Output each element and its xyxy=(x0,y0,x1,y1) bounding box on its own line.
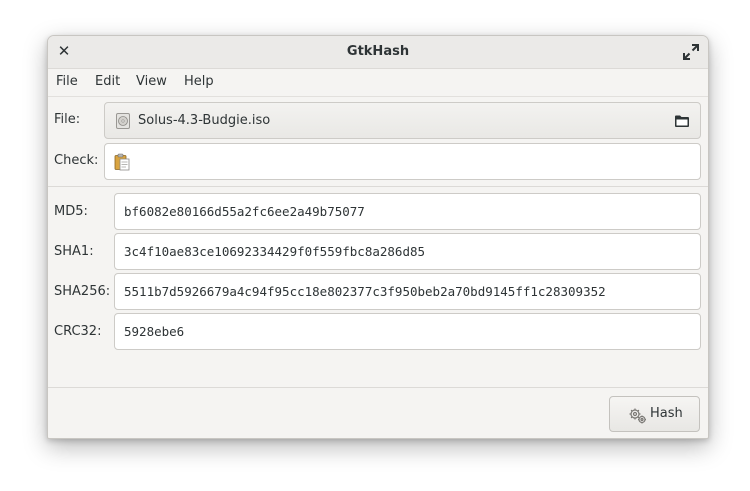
disc-image-icon xyxy=(116,113,130,129)
menu-edit[interactable]: Edit xyxy=(95,74,120,89)
file-chooser-button[interactable]: Solus-4.3-Budgie.iso xyxy=(104,102,701,139)
sha1-label: SHA1: xyxy=(54,244,94,259)
check-label: Check: xyxy=(54,153,99,168)
gears-icon xyxy=(629,408,646,424)
md5-value: bf6082e80166d55a2fc6ee2a49b75077 xyxy=(124,204,365,219)
sha1-output[interactable]: 3c4f10ae83ce10692334429f0f559fbc8a286d85 xyxy=(114,233,701,270)
sha256-value: 5511b7d5926679a4c94f95cc18e802377c3f950b… xyxy=(124,284,606,299)
separator-top xyxy=(48,186,708,187)
crc32-value: 5928ebe6 xyxy=(124,324,185,339)
sha1-value: 3c4f10ae83ce10692334429f0f559fbc8a286d85 xyxy=(124,244,426,259)
selected-file-name: Solus-4.3-Budgie.iso xyxy=(138,113,271,128)
file-label: File: xyxy=(54,112,81,127)
sha256-label: SHA256: xyxy=(54,284,111,299)
sha256-output[interactable]: 5511b7d5926679a4c94f95cc18e802377c3f950b… xyxy=(114,273,701,310)
md5-label: MD5: xyxy=(54,204,88,219)
titlebar: ✕ GtkHash xyxy=(48,36,708,69)
crc32-label: CRC32: xyxy=(54,324,102,339)
menu-view[interactable]: View xyxy=(136,74,167,89)
menu-file[interactable]: File xyxy=(56,74,78,89)
desktop: ✕ GtkHash File Edit View Help File: Solu… xyxy=(0,0,750,491)
paste-icon[interactable] xyxy=(114,153,130,171)
folder-icon xyxy=(675,115,689,127)
check-input[interactable] xyxy=(104,143,701,180)
maximize-icon[interactable] xyxy=(682,43,700,61)
menubar: File Edit View Help xyxy=(48,69,708,97)
gtkhash-window: ✕ GtkHash File Edit View Help File: Solu… xyxy=(47,35,709,439)
window-title: GtkHash xyxy=(346,44,410,59)
menu-help[interactable]: Help xyxy=(184,74,214,89)
hash-button[interactable]: Hash xyxy=(609,396,700,432)
crc32-output[interactable]: 5928ebe6 xyxy=(114,313,701,350)
hash-button-label: Hash xyxy=(650,406,683,421)
md5-output[interactable]: bf6082e80166d55a2fc6ee2a49b75077 xyxy=(114,193,701,230)
separator-bottom xyxy=(48,387,708,388)
